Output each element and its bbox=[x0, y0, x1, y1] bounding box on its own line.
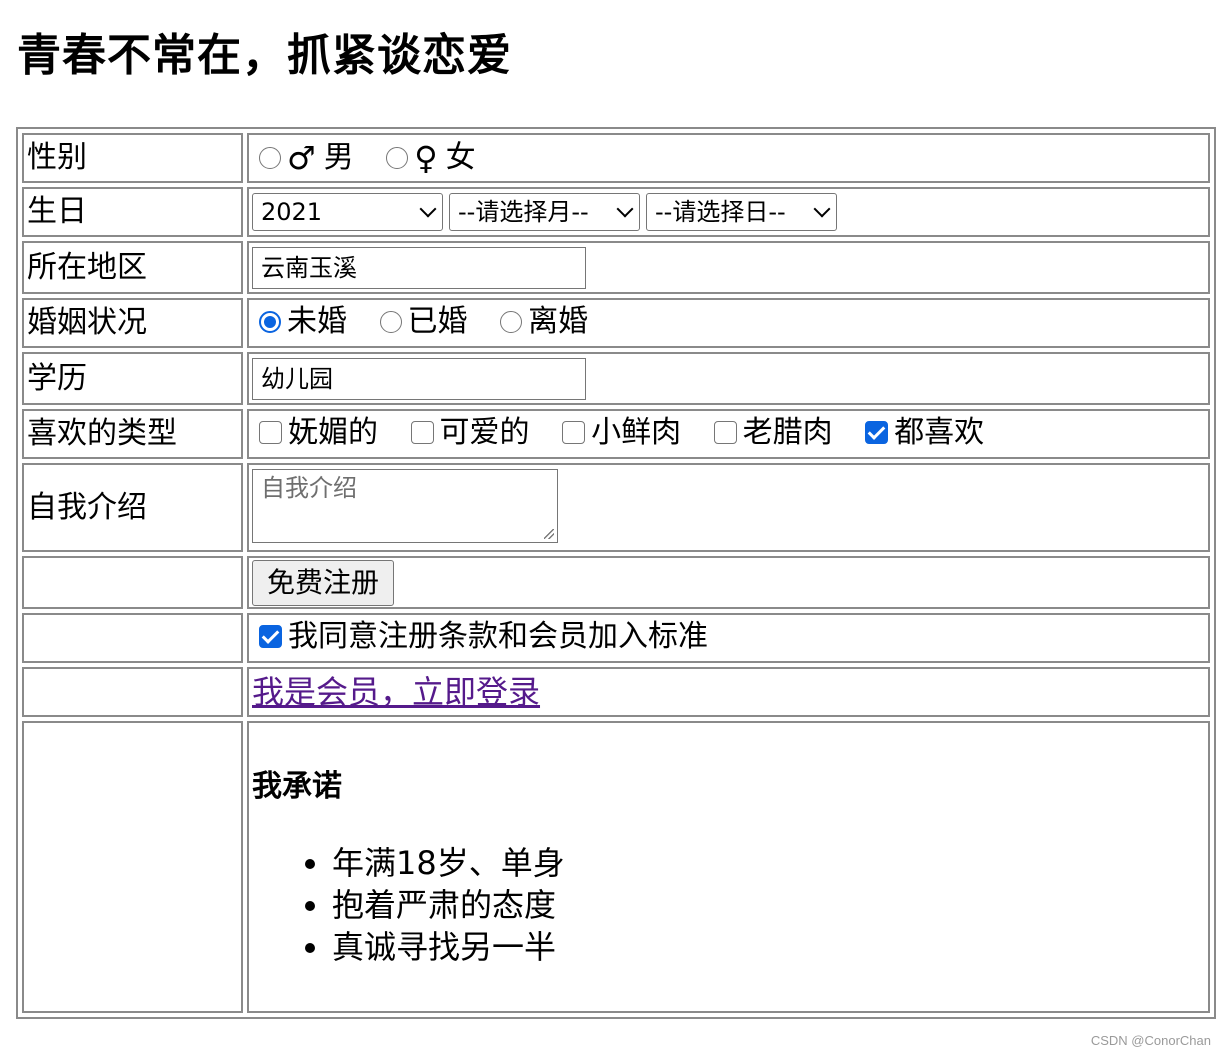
charming-label: 妩媚的 bbox=[288, 414, 378, 450]
charming-checkbox[interactable] bbox=[259, 421, 282, 445]
marital-option-married[interactable]: 已婚 bbox=[373, 307, 468, 337]
list-item: 抱着严肃的态度 bbox=[332, 884, 1205, 926]
marital-options: 未婚 已婚 离婚 bbox=[247, 298, 1210, 348]
divorced-label: 离婚 bbox=[528, 304, 589, 339]
marital-label: 婚姻状况 bbox=[22, 298, 243, 348]
chevron-down-icon bbox=[813, 200, 831, 218]
region-input[interactable]: 云南玉溪 bbox=[252, 246, 586, 289]
list-item: 年满18岁、单身 bbox=[332, 842, 1205, 884]
resize-handle-icon[interactable] bbox=[544, 529, 554, 539]
preferred-type-label: 喜欢的类型 bbox=[22, 409, 243, 459]
all-checkbox[interactable] bbox=[865, 421, 889, 445]
male-symbol-icon: ♂ bbox=[287, 138, 316, 177]
education-cell: 幼儿园 bbox=[247, 352, 1210, 405]
register-button[interactable]: 免费注册 bbox=[252, 559, 395, 606]
register-label-cell bbox=[22, 556, 243, 609]
female-symbol-icon: ♀ bbox=[414, 138, 438, 177]
male-label: 男 bbox=[323, 139, 354, 175]
cute-checkbox[interactable] bbox=[410, 421, 434, 445]
agree-cell: 我同意注册条款和会员加入标准 bbox=[247, 613, 1210, 663]
chevron-down-icon bbox=[616, 200, 634, 218]
page-title: 青春不常在，抓紧谈恋爱 bbox=[17, 30, 512, 81]
female-label: 女 bbox=[445, 139, 476, 175]
type-option-young[interactable]: 小鲜肉 bbox=[555, 414, 682, 450]
all-label: 都喜欢 bbox=[894, 414, 985, 450]
register-cell: 免费注册 bbox=[247, 556, 1210, 609]
gender-label: 性别 bbox=[22, 133, 243, 183]
list-item: 真诚寻找另一半 bbox=[332, 926, 1205, 968]
married-radio[interactable] bbox=[379, 311, 402, 333]
preferred-type-options: 妩媚的 可爱的 小鲜肉 老腊肉 都喜欢 bbox=[247, 409, 1210, 459]
intro-placeholder: 自我介绍 bbox=[261, 474, 357, 502]
month-select[interactable]: --请选择月-- bbox=[449, 193, 640, 231]
promise-cell: 我承诺 年满18岁、单身 抱着严肃的态度 真诚寻找另一半 bbox=[247, 721, 1210, 1013]
type-option-all[interactable]: 都喜欢 bbox=[858, 414, 985, 450]
birthday-selects: 2021 --请选择月-- --请选择日-- bbox=[247, 187, 1210, 237]
male-radio[interactable] bbox=[259, 146, 281, 169]
login-row: 我是会员，立即登录 bbox=[22, 667, 1210, 717]
gender-options: ♂ 男 ♀ 女 bbox=[247, 133, 1210, 183]
birthday-row: 生日 2021 --请选择月-- --请选择日-- bbox=[22, 187, 1210, 237]
young-checkbox[interactable] bbox=[562, 421, 586, 445]
region-row: 所在地区 云南玉溪 bbox=[22, 241, 1210, 294]
register-row: 免费注册 bbox=[22, 556, 1210, 609]
agree-label-cell bbox=[22, 613, 243, 663]
gender-row: 性别 ♂ 男 ♀ 女 bbox=[22, 133, 1210, 183]
region-cell: 云南玉溪 bbox=[247, 241, 1210, 294]
login-cell: 我是会员，立即登录 bbox=[247, 667, 1210, 717]
promise-row: 我承诺 年满18岁、单身 抱着严肃的态度 真诚寻找另一半 bbox=[22, 721, 1210, 1013]
marital-option-single[interactable]: 未婚 bbox=[252, 307, 347, 337]
female-radio[interactable] bbox=[386, 146, 409, 169]
marital-row: 婚姻状况 未婚 已婚 离婚 bbox=[22, 298, 1210, 348]
agree-checkbox[interactable] bbox=[259, 625, 282, 649]
login-link[interactable]: 我是会员，立即登录 bbox=[252, 673, 540, 711]
divorced-radio[interactable] bbox=[500, 311, 523, 333]
day-select[interactable]: --请选择日-- bbox=[646, 193, 837, 231]
registration-form-table: 性别 ♂ 男 ♀ 女 生日 2021 --请选择月-- --请选择日-- 所在地… bbox=[16, 127, 1216, 1019]
education-input[interactable]: 幼儿园 bbox=[252, 357, 586, 400]
education-label: 学历 bbox=[22, 352, 243, 405]
year-select[interactable]: 2021 bbox=[252, 193, 443, 231]
watermark: CSDN @ConorChan bbox=[1090, 1033, 1211, 1048]
promise-label-cell bbox=[22, 721, 243, 1013]
preferred-type-row: 喜欢的类型 妩媚的 可爱的 小鲜肉 老腊肉 都喜欢 bbox=[22, 409, 1210, 459]
intro-row: 自我介绍 自我介绍 bbox=[22, 463, 1210, 552]
year-select-value: 2021 bbox=[261, 198, 323, 226]
gender-option-male[interactable]: ♂ 男 bbox=[252, 142, 354, 174]
type-option-charming[interactable]: 妩媚的 bbox=[252, 414, 378, 450]
young-label: 小鲜肉 bbox=[591, 414, 682, 450]
month-select-value: --请选择月-- bbox=[458, 198, 589, 226]
agree-option[interactable]: 我同意注册条款和会员加入标准 bbox=[252, 618, 708, 654]
promise-list: 年满18岁、单身 抱着严肃的态度 真诚寻找另一半 bbox=[252, 842, 1205, 968]
marital-option-divorced[interactable]: 离婚 bbox=[493, 307, 588, 337]
single-radio[interactable] bbox=[259, 311, 281, 333]
intro-textarea[interactable]: 自我介绍 bbox=[252, 469, 558, 543]
day-select-value: --请选择日-- bbox=[655, 198, 786, 226]
single-label: 未婚 bbox=[287, 304, 347, 339]
intro-cell: 自我介绍 bbox=[247, 463, 1210, 552]
married-label: 已婚 bbox=[407, 304, 468, 339]
type-option-cute[interactable]: 可爱的 bbox=[404, 414, 530, 450]
agree-label: 我同意注册条款和会员加入标准 bbox=[288, 618, 708, 654]
cute-label: 可爱的 bbox=[439, 414, 530, 450]
birthday-label: 生日 bbox=[22, 187, 243, 237]
mature-label: 老腊肉 bbox=[742, 414, 833, 450]
mature-checkbox[interactable] bbox=[713, 421, 737, 445]
intro-label: 自我介绍 bbox=[22, 463, 243, 552]
type-option-mature[interactable]: 老腊肉 bbox=[707, 414, 833, 450]
education-row: 学历 幼儿园 bbox=[22, 352, 1210, 405]
region-label: 所在地区 bbox=[22, 241, 243, 294]
chevron-down-icon bbox=[419, 200, 437, 218]
login-label-cell bbox=[22, 667, 243, 717]
promise-title: 我承诺 bbox=[252, 769, 342, 804]
gender-option-female[interactable]: ♀ 女 bbox=[379, 138, 476, 177]
agree-row: 我同意注册条款和会员加入标准 bbox=[22, 613, 1210, 663]
